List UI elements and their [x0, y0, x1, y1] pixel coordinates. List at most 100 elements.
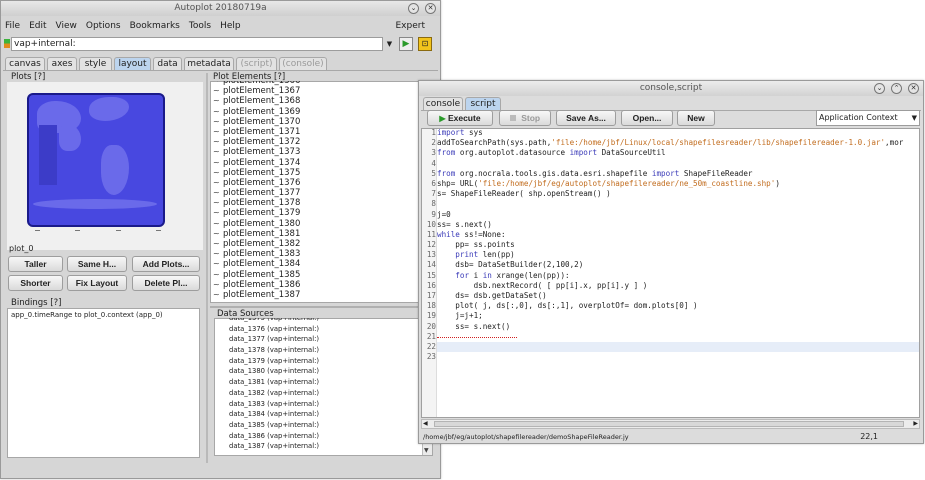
code-line[interactable]: ss= s.next() — [437, 220, 925, 230]
minimize-icon[interactable]: ⌄ — [874, 83, 885, 94]
uri-dropdown-icon[interactable]: ▼ — [384, 38, 395, 50]
plot-element-item[interactable]: ~ plotElement_1387 — [211, 290, 435, 300]
data-source-item[interactable]: data_1385 (vap+internal:) — [217, 420, 417, 431]
tab-script[interactable]: (script) — [236, 57, 277, 70]
menu-options[interactable]: Options — [86, 21, 121, 31]
data-source-item[interactable]: data_1382 (vap+internal:) — [217, 388, 417, 399]
menu-tools[interactable]: Tools — [189, 21, 211, 31]
open-button[interactable]: Open... — [621, 110, 673, 126]
inspect-icon[interactable]: ⊡ — [418, 37, 432, 51]
code-line[interactable] — [437, 199, 925, 209]
plot-element-item[interactable]: ~ plotElement_1385 — [211, 270, 435, 280]
add-plots-button[interactable]: Add Plots... — [132, 256, 200, 272]
data-source-item[interactable]: data_1384 (vap+internal:) — [217, 409, 417, 420]
execute-button[interactable]: ▶ Execute — [427, 110, 493, 126]
plot-element-item[interactable]: ~ plotElement_1381 — [211, 229, 435, 239]
plot-element-item[interactable]: ~ plotElement_1368 — [211, 96, 435, 106]
scroll-left-icon[interactable]: ◀ — [423, 420, 428, 427]
new-button[interactable]: New — [677, 110, 715, 126]
code-line[interactable] — [437, 159, 925, 169]
data-source-item[interactable]: data_1381 (vap+internal:) — [217, 377, 417, 388]
tab-script-view[interactable]: script — [465, 97, 501, 110]
code-line[interactable]: j=j+1; — [437, 311, 925, 321]
data-source-item[interactable]: data_1379 (vap+internal:) — [217, 356, 417, 367]
code-line[interactable]: s= ShapeFileReader( shp.openStream() ) — [437, 189, 925, 199]
code-line[interactable]: while ss!=None: — [437, 230, 925, 240]
tab-data[interactable]: data — [153, 57, 182, 70]
data-source-item[interactable]: data_1387 (vap+internal:) — [217, 441, 417, 452]
stop-button[interactable]: Stop — [499, 110, 551, 126]
same-height-button[interactable]: Same H... — [67, 256, 127, 272]
code-line[interactable]: from org.nocrala.tools.gis.data.esri.sha… — [437, 169, 925, 179]
plot-preview[interactable] — [27, 93, 165, 227]
maximize-icon[interactable]: ⌃ — [891, 83, 902, 94]
close-icon[interactable]: ✕ — [425, 3, 436, 14]
code-line[interactable]: ss= s.next() — [437, 322, 925, 332]
code-line[interactable]: dsb= DataSetBuilder(2,100,2) — [437, 260, 925, 270]
code-line[interactable]: from org.autoplot.datasource import Data… — [437, 148, 925, 158]
split-divider[interactable] — [206, 73, 208, 463]
plot-element-item[interactable]: ~ plotElement_1370 — [211, 117, 435, 127]
delete-plots-button[interactable]: Delete Pl... — [132, 275, 200, 291]
code-line[interactable]: pp= ss.points — [437, 240, 925, 250]
data-source-item[interactable]: data_1386 (vap+internal:) — [217, 431, 417, 442]
scroll-down-icon[interactable]: ▼ — [424, 447, 429, 454]
taller-button[interactable]: Taller — [8, 256, 63, 272]
shorter-button[interactable]: Shorter — [8, 275, 63, 291]
plot-element-item[interactable]: ~ plotElement_1380 — [211, 219, 435, 229]
tab-style[interactable]: style — [79, 57, 112, 70]
data-source-item[interactable]: data_1380 (vap+internal:) — [217, 366, 417, 377]
editor-horizontal-scrollbar[interactable]: ◀ ▶ — [421, 419, 920, 429]
plot-element-item[interactable]: ~ plotElement_1374 — [211, 158, 435, 168]
code-line[interactable]: print len(pp) — [437, 250, 925, 260]
menu-view[interactable]: View — [56, 21, 77, 31]
code-line[interactable]: for i in xrange(len(pp)): — [437, 271, 925, 281]
code-line[interactable] — [437, 352, 925, 362]
tab-canvas[interactable]: canvas — [5, 57, 45, 70]
tab-console[interactable]: (console) — [279, 57, 327, 70]
plot-element-item[interactable]: ~ plotElement_1379 — [211, 208, 435, 218]
code-line[interactable]: dsb.nextRecord( [ pp[i].x, pp[i].y ] ) — [437, 281, 925, 291]
plot-element-item[interactable]: ~ plotElement_1369 — [211, 107, 435, 117]
plot-element-item[interactable]: ~ plotElement_1384 — [211, 259, 435, 269]
scroll-right-icon[interactable]: ▶ — [913, 420, 918, 427]
data-source-item[interactable]: data_1377 (vap+internal:) — [217, 334, 417, 345]
plot-element-item[interactable]: ~ plotElement_1376 — [211, 178, 435, 188]
plot-element-item[interactable]: ~ plotElement_1373 — [211, 147, 435, 157]
code-line[interactable]: ds= dsb.getDataSet() — [437, 291, 925, 301]
plot-go-button[interactable]: ▶ — [399, 37, 413, 51]
menu-edit[interactable]: Edit — [29, 21, 46, 31]
data-source-item[interactable]: data_1383 (vap+internal:) — [217, 399, 417, 410]
tab-metadata[interactable]: metadata — [184, 57, 234, 70]
plot-element-item[interactable]: ~ plotElement_1383 — [211, 249, 435, 259]
save-as-button[interactable]: Save As... — [556, 110, 616, 126]
binding-item[interactable]: app_0.timeRange to plot_0.context (app_0… — [8, 309, 199, 321]
code-line[interactable]: j=0 — [437, 210, 925, 220]
expert-toggle[interactable]: Expert — [396, 21, 426, 31]
plot-element-item[interactable]: ~ plotElement_1382 — [211, 239, 435, 249]
data-source-item[interactable]: data_1378 (vap+internal:) — [217, 345, 417, 356]
code-line[interactable]: addToSearchPath(sys.path,'file:/home/jbf… — [437, 138, 925, 148]
data-source-item[interactable]: data_1376 (vap+internal:) — [217, 324, 417, 335]
menu-bookmarks[interactable]: Bookmarks — [130, 21, 180, 31]
uri-input[interactable]: vap+internal: — [11, 37, 383, 51]
tab-console-view[interactable]: console — [423, 97, 463, 110]
plot-element-item[interactable]: ~ plotElement_1371 — [211, 127, 435, 137]
plot-element-item[interactable]: ~ plotElement_1375 — [211, 168, 435, 178]
code-line[interactable]: import sys — [437, 128, 925, 138]
close-icon[interactable]: ✕ — [908, 83, 919, 94]
plot-element-item[interactable]: ~ plotElement_1378 — [211, 198, 435, 208]
scroll-thumb[interactable] — [434, 421, 904, 427]
plot-element-item[interactable]: ~ plotElement_1377 — [211, 188, 435, 198]
plot-element-item[interactable]: ~ plotElement_1367 — [211, 86, 435, 96]
code-line[interactable]: plot( j, ds[:,0], ds[:,1], overplotOf= d… — [437, 301, 925, 311]
tab-axes[interactable]: axes — [47, 57, 77, 70]
plot-element-item[interactable]: ~ plotElement_1386 — [211, 280, 435, 290]
plot-element-item[interactable]: ~ plotElement_1372 — [211, 137, 435, 147]
menu-help[interactable]: Help — [220, 21, 241, 31]
context-select[interactable]: Application Context ▼ — [816, 110, 920, 126]
menu-file[interactable]: File — [5, 21, 20, 31]
fix-layout-button[interactable]: Fix Layout — [67, 275, 127, 291]
code-line[interactable]: shp= URL('file:/home/jbf/eg/autoplot/sha… — [437, 179, 925, 189]
minimize-icon[interactable]: ⌄ — [408, 3, 419, 14]
